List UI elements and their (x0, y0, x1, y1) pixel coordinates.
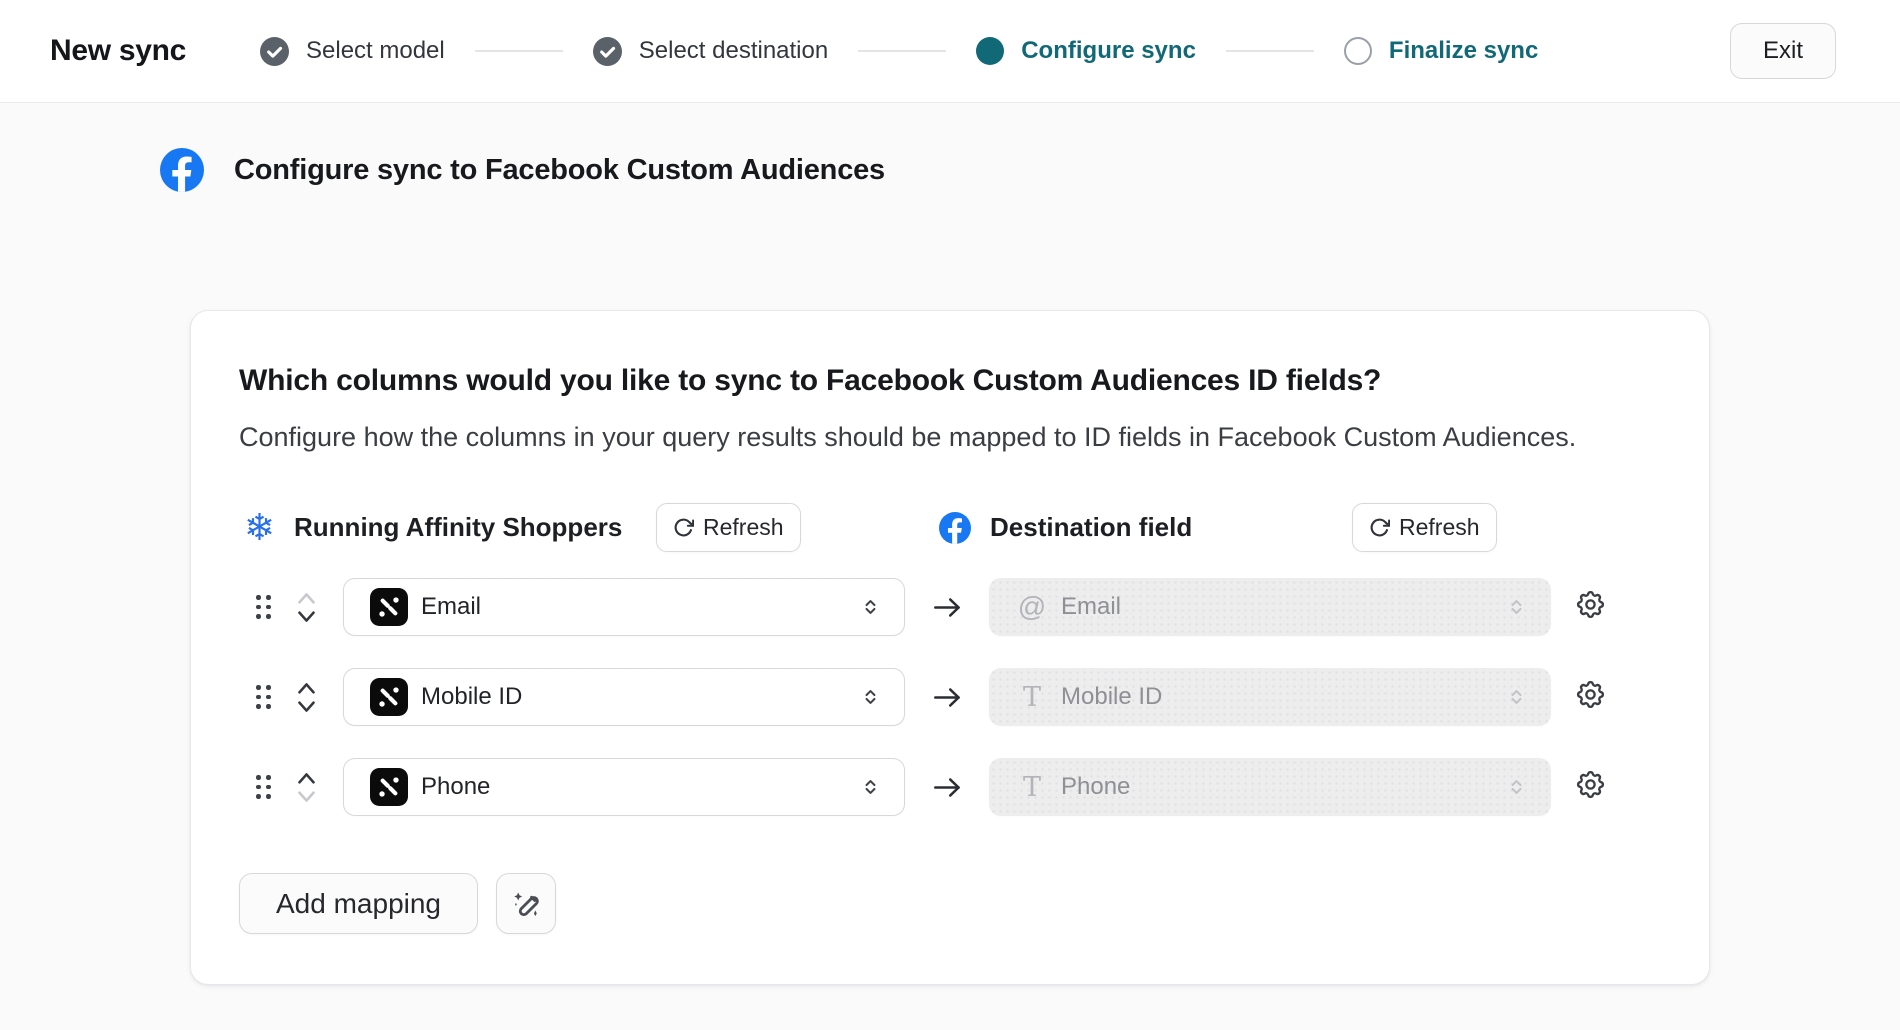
column-type-icon (370, 768, 408, 806)
mapping-row: Mobile ID T Mobile ID (239, 668, 1661, 726)
gear-icon (1574, 588, 1607, 621)
gear-icon (1574, 678, 1607, 711)
step-connector (475, 50, 563, 52)
exit-button[interactable]: Exit (1730, 23, 1836, 79)
chevron-up-down-icon (1507, 774, 1526, 800)
magic-wand-icon (509, 887, 543, 921)
source-column-value: Email (421, 593, 861, 621)
mapping-settings-button[interactable] (1574, 588, 1607, 621)
drag-handle-icon[interactable] (256, 685, 270, 709)
mapping-row: Phone T Phone (239, 758, 1661, 816)
move-down-button (296, 790, 317, 805)
mapping-row: Email @ Email (239, 578, 1661, 636)
stepper: Select model Select destination Configur… (260, 37, 1538, 66)
source-column-select[interactable]: Email (343, 578, 905, 636)
at-sign-icon: @ (1016, 593, 1048, 621)
destination-field-select: T Mobile ID (989, 668, 1551, 726)
refresh-destination-button[interactable]: Refresh (1352, 503, 1497, 552)
mapping-settings-button[interactable] (1574, 768, 1607, 801)
step-label: Select model (306, 37, 445, 65)
step-select-destination[interactable]: Select destination (593, 37, 828, 66)
mapping-card: Which columns would you like to sync to … (190, 310, 1710, 985)
card-heading: Which columns would you like to sync to … (239, 361, 1661, 400)
step-connector (1226, 50, 1314, 52)
move-down-button[interactable] (296, 700, 317, 715)
move-up-button[interactable] (296, 680, 317, 695)
upcoming-step-circle-icon (1344, 37, 1372, 65)
text-type-icon: T (1016, 774, 1048, 801)
source-column-select[interactable]: Phone (343, 758, 905, 816)
chevron-up-down-icon (861, 774, 880, 800)
auto-map-button[interactable] (496, 873, 556, 934)
arrow-right-icon (905, 684, 989, 711)
add-mapping-button[interactable]: Add mapping (239, 873, 478, 934)
source-column-value: Phone (421, 773, 861, 801)
step-label: Configure sync (1021, 37, 1196, 65)
mapping-settings-button[interactable] (1574, 678, 1607, 711)
wizard-title: New sync (50, 34, 186, 68)
step-select-model[interactable]: Select model (260, 37, 445, 66)
refresh-icon (1369, 517, 1390, 538)
chevron-up-down-icon (1507, 684, 1526, 710)
refresh-source-button[interactable]: Refresh (656, 503, 801, 552)
current-step-dot-icon (976, 37, 1004, 65)
facebook-icon (160, 148, 204, 192)
chevron-up-down-icon (861, 594, 880, 620)
drag-handle-icon[interactable] (256, 595, 270, 619)
arrow-right-icon (905, 774, 989, 801)
drag-handle-icon[interactable] (256, 775, 270, 799)
destination-field-value: Mobile ID (1061, 683, 1507, 711)
destination-column-header: Destination field (939, 503, 1192, 552)
column-headers: ❄ Running Affinity Shoppers Refresh Dest… (239, 503, 1661, 552)
move-up-button[interactable] (296, 770, 317, 785)
source-column-value: Mobile ID (421, 683, 861, 711)
card-subheading: Configure how the columns in your query … (239, 419, 1661, 455)
check-circle-icon (593, 37, 622, 66)
column-type-icon (370, 588, 408, 626)
step-connector (858, 50, 946, 52)
step-finalize-sync[interactable]: Finalize sync (1344, 37, 1538, 65)
arrow-right-icon (905, 594, 989, 621)
page-head: Configure sync to Facebook Custom Audien… (160, 148, 1900, 192)
chevron-up-down-icon (861, 684, 880, 710)
destination-field-value: Email (1061, 593, 1507, 621)
chevron-up-down-icon (1507, 594, 1526, 620)
gear-icon (1574, 768, 1607, 801)
step-label: Select destination (639, 37, 828, 65)
destination-field-value: Phone (1061, 773, 1507, 801)
destination-field-label: Destination field (990, 512, 1192, 543)
move-down-button[interactable] (296, 610, 317, 625)
source-model-name: Running Affinity Shoppers (294, 512, 622, 543)
step-configure-sync[interactable]: Configure sync (976, 37, 1196, 65)
text-type-icon: T (1016, 684, 1048, 711)
refresh-icon (673, 517, 694, 538)
move-up-button (296, 590, 317, 605)
check-circle-icon (260, 37, 289, 66)
main-content: Configure sync to Facebook Custom Audien… (0, 103, 1900, 985)
snowflake-icon: ❄ (244, 512, 275, 544)
mapping-actions: Add mapping (239, 873, 1661, 934)
step-label: Finalize sync (1389, 37, 1538, 65)
page-title: Configure sync to Facebook Custom Audien… (234, 154, 885, 187)
facebook-icon (939, 512, 971, 544)
destination-field-select: T Phone (989, 758, 1551, 816)
source-column-select[interactable]: Mobile ID (343, 668, 905, 726)
source-column-header: ❄ Running Affinity Shoppers (244, 503, 622, 552)
wizard-header: New sync Select model Select destination… (0, 0, 1900, 103)
column-type-icon (370, 678, 408, 716)
destination-field-select: @ Email (989, 578, 1551, 636)
